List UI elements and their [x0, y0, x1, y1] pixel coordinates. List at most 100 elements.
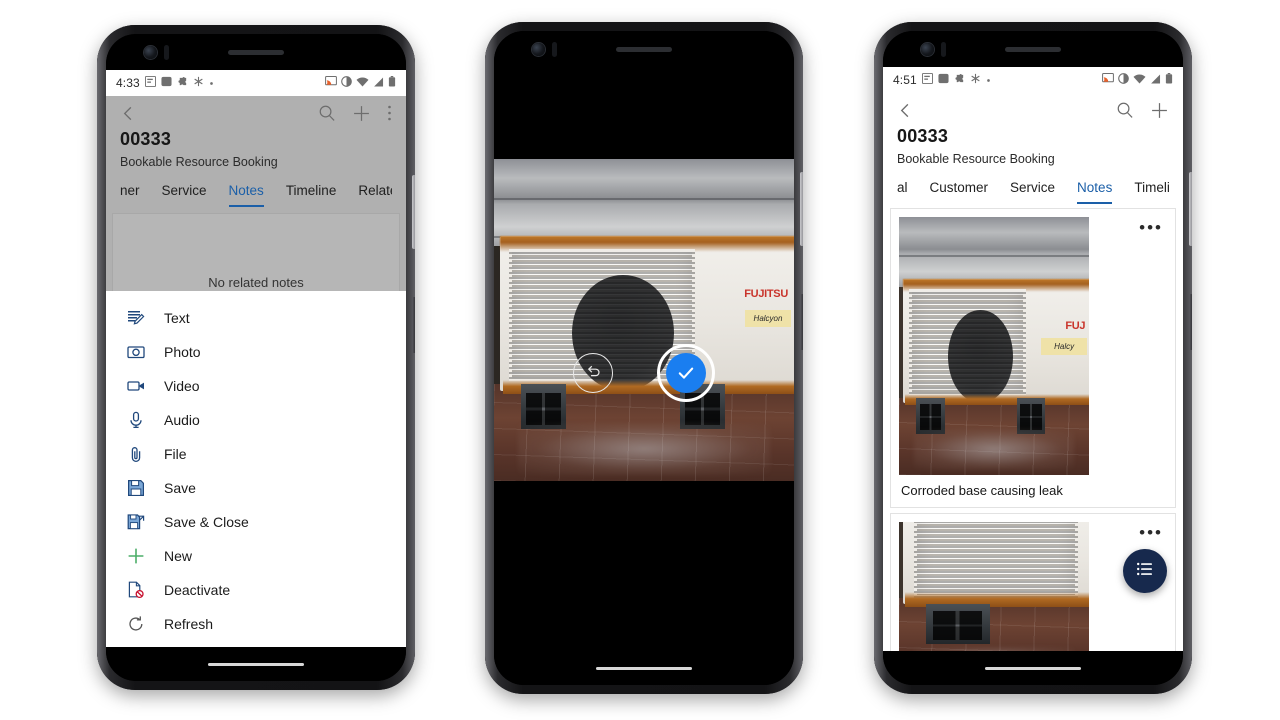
- camera-preview-screen: FUJITSU Halcyon: [494, 103, 794, 481]
- plus-icon[interactable]: [1150, 101, 1169, 120]
- note-thumbnail[interactable]: [899, 522, 1089, 651]
- video-icon: [126, 376, 146, 396]
- menu-item-refresh[interactable]: Refresh: [106, 607, 406, 641]
- status-time: 4:33: [116, 76, 140, 90]
- menu-label: Audio: [164, 412, 200, 428]
- tab-notes[interactable]: Notes: [228, 183, 264, 207]
- more-horizontal-icon[interactable]: •••: [1139, 524, 1163, 541]
- phone-middle: FUJITSU Halcyon: [485, 22, 803, 694]
- front-camera-icon: [144, 46, 157, 59]
- power-button[interactable]: [800, 294, 803, 350]
- tab-notes[interactable]: Notes: [1077, 180, 1113, 204]
- front-camera-icon: [532, 43, 545, 56]
- cast-icon: [1102, 73, 1114, 87]
- front-camera-icon: [921, 43, 934, 56]
- menu-item-save[interactable]: Save: [106, 471, 406, 505]
- menu-item-save-close[interactable]: Save & Close: [106, 505, 406, 539]
- menu-label: File: [164, 446, 187, 462]
- battery-icon: [388, 76, 396, 90]
- phone-left: 4:33 00333 Bookable Resource Booking ner…: [97, 25, 415, 690]
- camera-icon: [126, 342, 146, 362]
- screenshot-stage: 4:33 00333 Bookable Resource Booking ner…: [0, 0, 1280, 720]
- status-bar-left: 4:33: [106, 70, 406, 96]
- plus-icon: [126, 546, 146, 566]
- more-horizontal-icon[interactable]: •••: [1139, 219, 1163, 236]
- volume-button[interactable]: [1189, 172, 1192, 246]
- earpiece-speaker: [616, 46, 672, 52]
- plus-icon[interactable]: [352, 104, 371, 123]
- accept-photo-button[interactable]: [657, 344, 715, 402]
- menu-item-deactivate[interactable]: Deactivate: [106, 573, 406, 607]
- home-indicator[interactable]: [596, 666, 692, 670]
- menu-label: Deactivate: [164, 582, 231, 598]
- home-indicator[interactable]: [985, 666, 1081, 670]
- photo-grille-shade: [914, 522, 1078, 598]
- ac-unit-photo-closeup: [899, 522, 1089, 651]
- menu-item-new[interactable]: New: [106, 539, 406, 573]
- status-bar-right: 4:51: [883, 67, 1183, 93]
- home-indicator[interactable]: [208, 662, 304, 666]
- volume-button[interactable]: [800, 172, 803, 246]
- note-caption: Corroded base causing leak: [901, 483, 1063, 498]
- menu-item-text[interactable]: Text: [106, 301, 406, 335]
- camera-top-spacer: [494, 103, 794, 159]
- notes-fab-button[interactable]: [1123, 549, 1167, 593]
- status-time: 4:51: [893, 73, 917, 87]
- photo-wet-patch: [914, 428, 1074, 470]
- menu-label: Video: [164, 378, 200, 394]
- proximity-sensor-icon: [941, 42, 946, 57]
- tab-timeline[interactable]: Timeline: [286, 183, 337, 207]
- tab-service[interactable]: Service: [162, 183, 207, 207]
- brand-logo-text: FUJITSU: [744, 287, 788, 300]
- more-vertical-icon[interactable]: [387, 104, 392, 122]
- signal-icon: [1150, 74, 1161, 87]
- photo-grille-shade: [908, 289, 1027, 396]
- back-icon[interactable]: [897, 102, 914, 119]
- tab-customer[interactable]: Customer: [930, 180, 989, 204]
- menu-item-audio[interactable]: Audio: [106, 403, 406, 437]
- tab-timeline[interactable]: Timeline: [1134, 180, 1169, 204]
- power-button[interactable]: [1189, 294, 1192, 350]
- volume-button[interactable]: [412, 175, 415, 249]
- search-icon[interactable]: [1116, 101, 1134, 119]
- menu-item-photo[interactable]: Photo: [106, 335, 406, 369]
- photo-wall: [494, 159, 794, 246]
- menu-label: New: [164, 548, 193, 564]
- menu-item-video[interactable]: Video: [106, 369, 406, 403]
- phone-middle-bottom-bezel: [494, 651, 794, 685]
- tab-bar-left: ner Service Notes Timeline Related: [120, 169, 392, 207]
- back-icon[interactable]: [120, 105, 137, 122]
- tab-bar-right: al Customer Service Notes Timeline: [897, 166, 1169, 204]
- note-card[interactable]: •••: [890, 208, 1176, 508]
- signal-icon: [373, 77, 384, 90]
- menu-item-file[interactable]: File: [106, 437, 406, 471]
- cast-icon: [325, 76, 337, 90]
- tab-owner-clipped[interactable]: ner: [120, 183, 140, 207]
- entity-subtitle: Bookable Resource Booking: [897, 152, 1055, 166]
- square-icon: [161, 76, 172, 90]
- phone-right-screen: 4:51 00333 Bookable Resource Booking al …: [883, 67, 1183, 651]
- undo-icon: [585, 362, 602, 384]
- note-thumbnail[interactable]: FUJ Halcy: [899, 217, 1089, 475]
- brand-sublabel: Halcy: [1041, 338, 1088, 356]
- power-button[interactable]: [412, 297, 415, 353]
- earpiece-speaker: [1005, 46, 1061, 52]
- square-icon: [938, 73, 949, 87]
- puzzle-icon: [954, 73, 965, 87]
- paperclip-icon: [126, 444, 146, 464]
- dot-icon: [986, 74, 991, 86]
- battery-icon: [1165, 73, 1173, 87]
- save-icon: [126, 478, 146, 498]
- phone-middle-top-bezel: [494, 31, 794, 67]
- retake-button[interactable]: [573, 353, 613, 393]
- tab-general-clipped[interactable]: al: [897, 180, 908, 204]
- tab-related[interactable]: Related: [358, 183, 392, 207]
- search-icon[interactable]: [318, 104, 336, 122]
- menu-label: Refresh: [164, 616, 214, 632]
- checkmark-icon: [666, 353, 706, 393]
- brand-logo-text: FUJ: [1065, 320, 1086, 333]
- tab-service[interactable]: Service: [1010, 180, 1055, 204]
- text-note-icon: [126, 308, 146, 328]
- list-icon: [1135, 559, 1155, 584]
- menu-label: Save: [164, 480, 196, 496]
